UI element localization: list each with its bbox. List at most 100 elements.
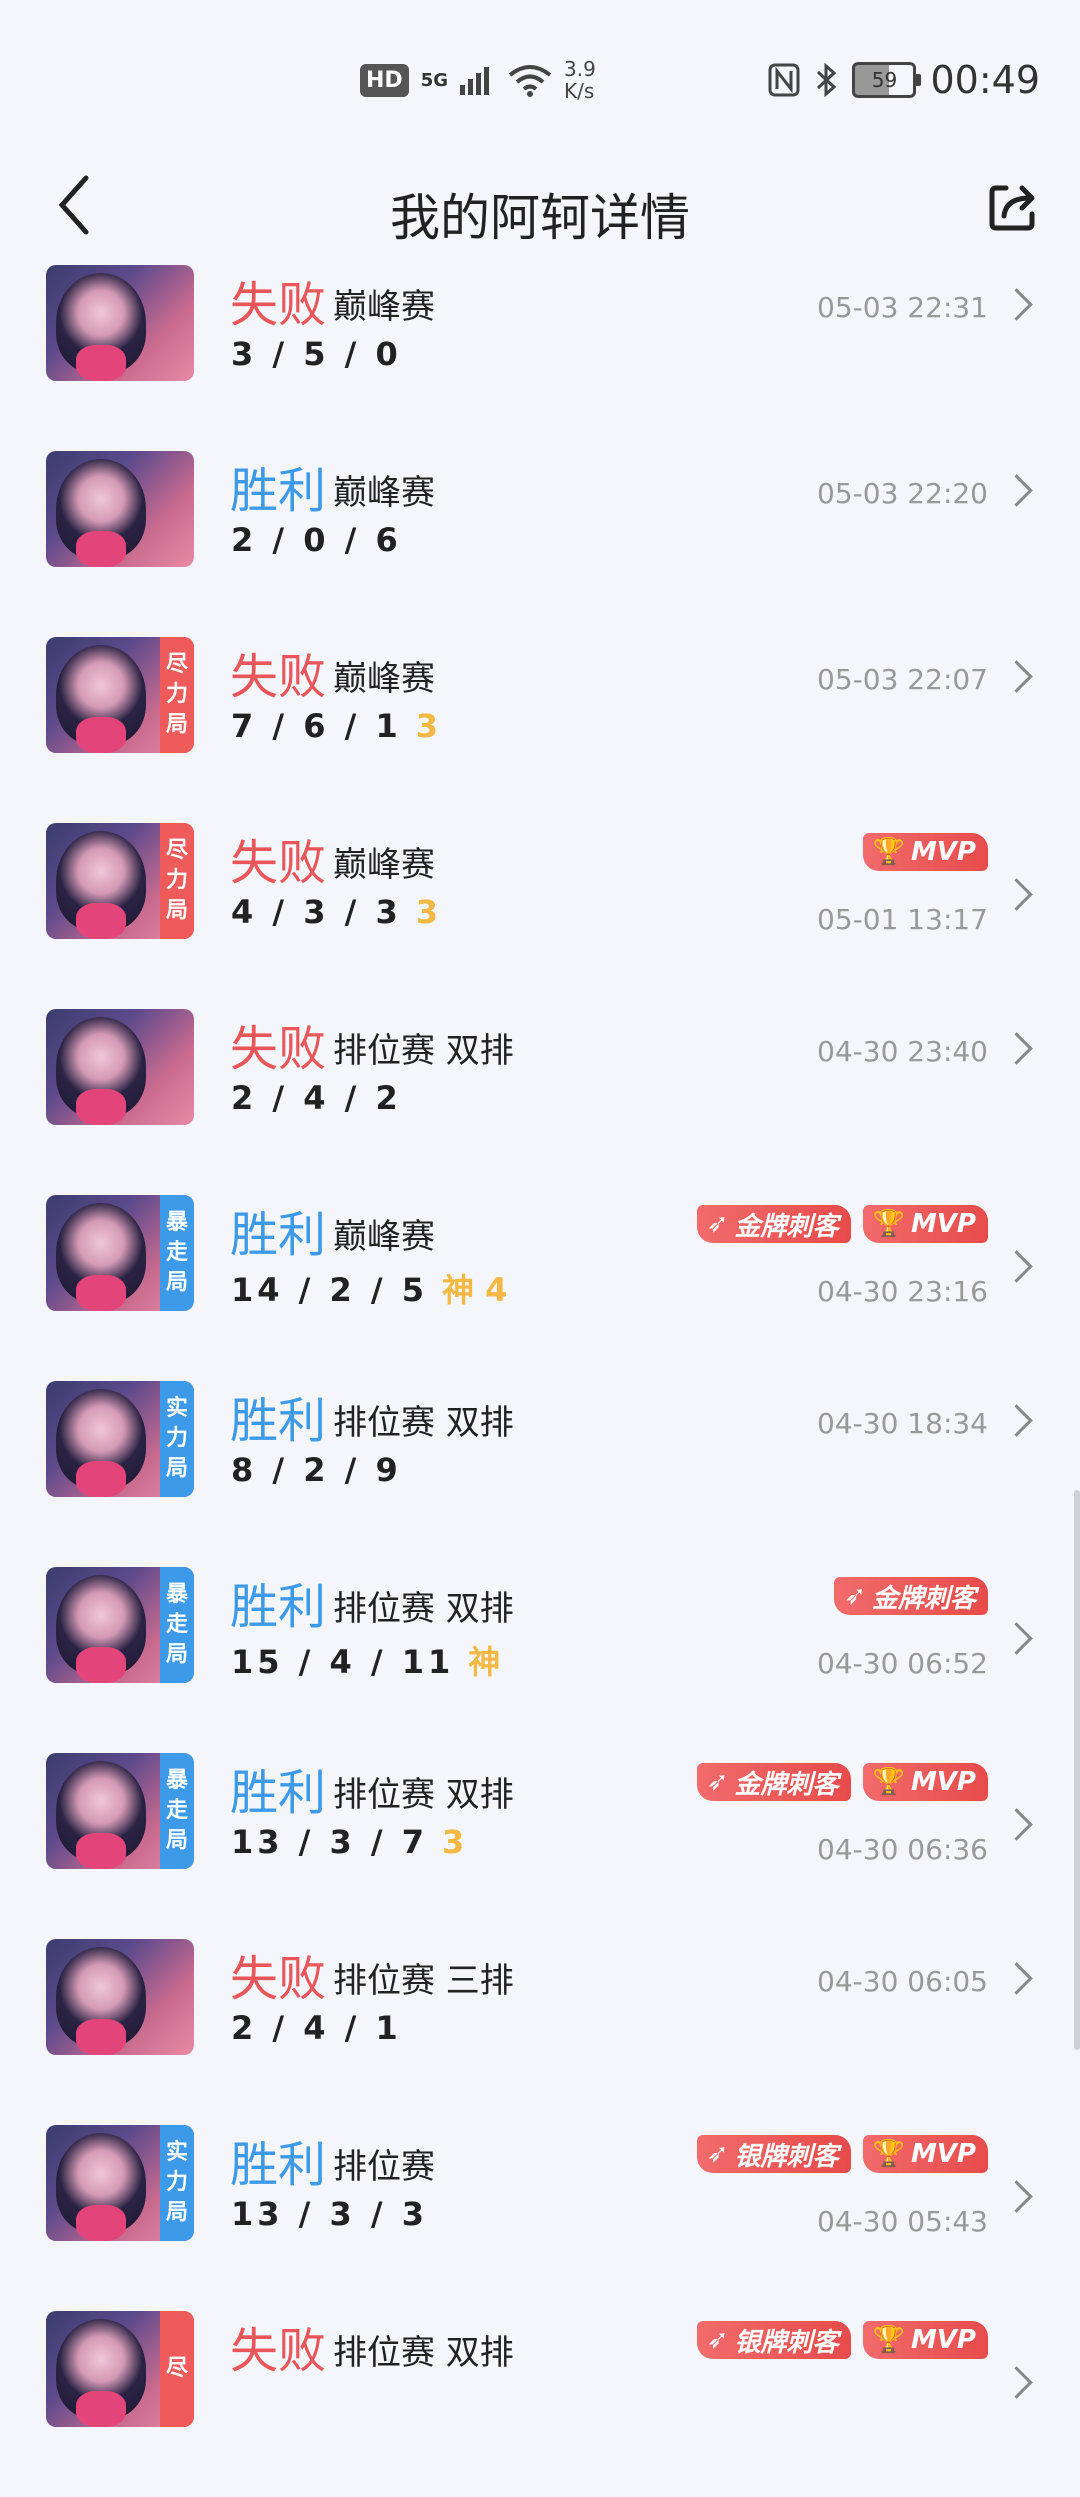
match-tag-char: 局 <box>165 1828 188 1853</box>
flame-icon: ➶ <box>706 1209 729 1239</box>
match-time: 05-01 13:17 <box>817 903 988 936</box>
match-time: 04-30 06:36 <box>817 1833 988 1866</box>
match-row[interactable]: 暴走局 胜利 巅峰赛 14 / 2 / 5 神 4 ➶ 金牌刺客 🏆 MVP 04-30 23:1… <box>0 1195 1080 1381</box>
match-tag-char: 局 <box>165 712 188 737</box>
honor-badges: ➶ 金牌刺客 <box>834 1577 988 1615</box>
cell-signal-icon <box>460 67 489 95</box>
match-result: 胜利 <box>230 1579 327 1635</box>
match-kda: 14 / 2 / 5 神 4 <box>231 1265 507 1311</box>
honor-badge-label: 金牌刺客 <box>734 1769 839 1800</box>
match-kda: 2 / 0 / 6 <box>231 521 402 559</box>
kda-value: 2 / 4 / 2 <box>231 1079 402 1117</box>
share-icon[interactable] <box>986 180 1040 234</box>
honor-badge-label: 金牌刺客 <box>871 1583 976 1614</box>
match-mode: 巅峰赛 <box>333 473 435 513</box>
honor-badge: ➶ 金牌刺客 <box>696 1763 851 1801</box>
match-tag-char: 暴 <box>165 1582 188 1607</box>
honor-badge: 🏆 MVP <box>862 2135 988 2173</box>
match-row[interactable]: 尽力局 失败 巅峰赛 4 / 3 / 3 3 🏆 MVP 05-01 13:17 <box>0 823 1080 1009</box>
chevron-right-icon <box>1000 288 1033 321</box>
honor-badge-label: MVP <box>910 1767 976 1797</box>
match-result: 失败 <box>230 835 327 891</box>
flame-icon: ➶ <box>706 2139 729 2169</box>
honor-badge: 🏆 MVP <box>862 833 988 871</box>
chevron-right-icon <box>1000 1962 1033 1995</box>
honor-badge: 🏆 MVP <box>862 2321 988 2359</box>
honor-badge-label: 银牌刺客 <box>734 2141 839 2172</box>
hero-avatar: 暴走局 <box>46 1195 194 1311</box>
match-tag-char: 走 <box>165 1798 188 1823</box>
hero-avatar: 暴走局 <box>46 1567 194 1683</box>
match-mode: 巅峰赛 <box>333 845 435 885</box>
match-row[interactable]: 失败 排位赛 三排 2 / 4 / 1 04-30 06:05 <box>0 1939 1080 2125</box>
match-mode: 巅峰赛 <box>333 1217 435 1257</box>
match-row[interactable]: 实力局 胜利 排位赛 13 / 3 / 3 ➶ 银牌刺客 🏆 MVP 04-30 05:43 <box>0 2125 1080 2311</box>
match-kda: 13 / 3 / 7 3 <box>231 1823 464 1861</box>
match-tag: 实力局 <box>160 1381 194 1497</box>
chevron-right-icon <box>1000 1622 1033 1655</box>
match-row[interactable]: 尽力局 失败 巅峰赛 7 / 6 / 1 3 05-03 22:07 <box>0 637 1080 823</box>
multikill-indicator: 3 <box>415 707 438 745</box>
chevron-right-icon <box>1000 1808 1033 1841</box>
honor-badge: ➶ 金牌刺客 <box>696 1205 851 1243</box>
match-row[interactable]: 实力局 胜利 排位赛 双排 8 / 2 / 9 04-30 18:34 <box>0 1381 1080 1567</box>
honor-badge-label: MVP <box>910 1209 976 1239</box>
match-result: 胜利 <box>230 1393 327 1449</box>
honor-badge-label: MVP <box>910 2325 976 2355</box>
match-row[interactable]: 暴走局 胜利 排位赛 双排 13 / 3 / 7 3 ➶ 金牌刺客 🏆 MVP 04-30 06:… <box>0 1753 1080 1939</box>
match-row[interactable]: 失败 巅峰赛 3 / 5 / 0 05-03 22:31 <box>0 265 1080 451</box>
battery-icon: 59 <box>852 62 922 98</box>
hero-glove <box>76 2391 126 2427</box>
match-mode: 排位赛 双排 <box>333 1775 514 1815</box>
match-kda: 7 / 6 / 1 3 <box>231 707 438 745</box>
match-tag-char: 局 <box>165 2200 188 2225</box>
match-time: 04-30 06:52 <box>817 1647 988 1680</box>
hero-glove <box>76 345 126 381</box>
match-row[interactable]: 失败 排位赛 双排 2 / 4 / 2 04-30 23:40 <box>0 1009 1080 1195</box>
honor-badge: 🏆 MVP <box>862 1763 988 1801</box>
trophy-icon: 🏆 <box>872 1209 905 1239</box>
app-header: 我的阿轲详情 <box>0 150 1080 270</box>
honor-badge: ➶ 金牌刺客 <box>834 1577 988 1615</box>
honor-badge-label: MVP <box>910 837 976 867</box>
hero-avatar <box>46 1009 194 1125</box>
hero-avatar: 实力局 <box>46 2125 194 2241</box>
match-tag-char: 力 <box>165 868 188 893</box>
match-tag-char: 尽 <box>165 2356 188 2381</box>
match-tag-char: 尽 <box>165 652 188 677</box>
match-result: 失败 <box>230 2323 327 2379</box>
match-result: 胜利 <box>230 1765 327 1821</box>
match-tag-char: 局 <box>165 1642 188 1667</box>
match-kda: 13 / 3 / 3 <box>231 2195 428 2233</box>
hero-avatar: 尽 <box>46 2311 194 2427</box>
match-tag: 暴走局 <box>160 1753 194 1869</box>
honor-badges: ➶ 金牌刺客 🏆 MVP <box>696 1205 988 1243</box>
match-row[interactable]: 胜利 巅峰赛 2 / 0 / 6 05-03 22:20 <box>0 451 1080 637</box>
status-left: HD 5G 3.9 K/s <box>360 58 596 102</box>
trophy-icon: 🏆 <box>872 2325 905 2355</box>
scrollbar[interactable] <box>1074 1490 1080 2050</box>
hero-glove <box>76 1647 126 1683</box>
match-mode: 巅峰赛 <box>333 287 435 327</box>
network-speed: 3.9 K/s <box>564 58 596 102</box>
hero-avatar: 尽力局 <box>46 637 194 753</box>
match-row[interactable]: 尽 失败 排位赛 双排 ➶ 银牌刺客 🏆 MVP <box>0 2311 1080 2497</box>
match-mode: 排位赛 双排 <box>333 1031 514 1071</box>
bluetooth-icon <box>817 63 837 97</box>
honor-badge-label: MVP <box>910 2139 976 2169</box>
hero-glove <box>76 531 126 567</box>
chevron-right-icon <box>1000 1404 1033 1437</box>
match-tag-char: 走 <box>165 1240 188 1265</box>
match-kda: 15 / 4 / 11 神 <box>231 1637 500 1683</box>
chevron-right-icon <box>1000 878 1033 911</box>
match-kda: 8 / 2 / 9 <box>231 1451 402 1489</box>
multikill-indicator: 3 <box>415 893 438 931</box>
match-result: 失败 <box>230 649 327 705</box>
flame-icon: ➶ <box>706 1767 729 1797</box>
honor-badge: ➶ 银牌刺客 <box>696 2321 851 2359</box>
match-tag: 尽 <box>160 2311 194 2427</box>
kda-value: 13 / 3 / 3 <box>231 2195 428 2233</box>
chevron-right-icon <box>1000 474 1033 507</box>
match-row[interactable]: 暴走局 胜利 排位赛 双排 15 / 4 / 11 神 ➶ 金牌刺客 04-30 06:52 <box>0 1567 1080 1753</box>
match-result: 失败 <box>230 1951 327 2007</box>
